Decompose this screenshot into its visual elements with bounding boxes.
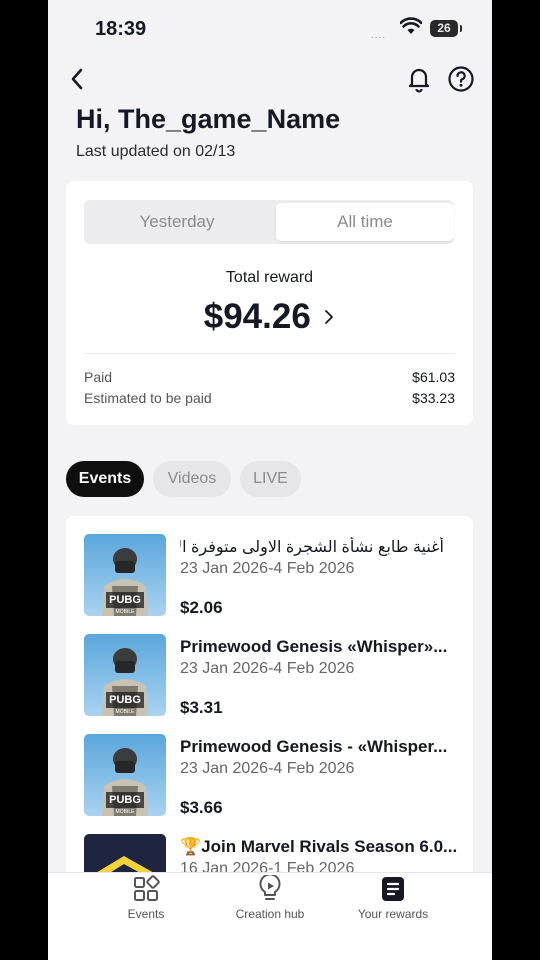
rewards-document-icon: [382, 877, 404, 901]
estimated-row: Estimated to be paid $33.23: [84, 390, 455, 406]
thumbnail-brand-text: PUBG: [109, 694, 141, 706]
events-list: PUBG MOBILE أغنية طابع نشأة الشجرة الاول…: [66, 516, 473, 896]
total-reward-card: Yesterday All time Total reward $94.26 P…: [66, 181, 473, 425]
paid-value: $61.03: [412, 369, 455, 385]
last-updated-text: Last updated on 02/13: [76, 143, 236, 160]
event-dates: 23 Jan 2026-4 Feb 2026: [180, 560, 355, 577]
event-title: Primewood Genesis «Whisper»...: [180, 637, 448, 656]
lightbulb-play-icon: [259, 875, 281, 900]
card-divider: [84, 353, 455, 354]
total-reward-link[interactable]: $94.26: [66, 297, 473, 337]
event-title: أغنية طابع نشأة الشجرة الاولى متوفرة الا…: [180, 539, 444, 556]
event-reward-amount: $3.31: [180, 698, 223, 717]
thumbnail-brand-subtext: MOBILE: [116, 609, 136, 615]
paid-label: Paid: [84, 369, 113, 385]
thumbnail-brand-subtext: MOBILE: [116, 809, 136, 815]
estimated-value: $33.23: [412, 390, 455, 406]
thumbnail-brand-text: PUBG: [109, 794, 141, 806]
tab-your-rewards-label: Your rewards: [357, 907, 429, 921]
bottom-tab-bar: Events Creation hub Your rewards: [48, 872, 492, 960]
paid-row: Paid $61.03: [84, 369, 455, 385]
battery-indicator: 26: [430, 20, 462, 37]
thumbnail-brand-subtext: MOBILE: [116, 709, 136, 715]
pill-videos[interactable]: Videos: [153, 461, 231, 497]
events-grid-icon: [134, 875, 160, 901]
back-arrow-icon[interactable]: [64, 64, 94, 94]
tab-all-time[interactable]: All time: [276, 203, 454, 241]
help-question-icon[interactable]: [446, 64, 476, 94]
total-reward-amount: $94.26: [203, 297, 311, 336]
tab-events-label: Events: [127, 907, 165, 921]
total-reward-label: Total reward: [225, 269, 314, 286]
cellular-signal-icon: ....: [371, 30, 387, 41]
thumbnail-brand-text: PUBG: [109, 594, 141, 606]
tab-yesterday[interactable]: Yesterday: [88, 203, 266, 241]
tab-creation-hub[interactable]: Creation hub: [210, 875, 330, 921]
status-time: 18:39: [95, 18, 147, 40]
event-title: 🏆Join Marvel Rivals Season 6.0...: [180, 837, 458, 856]
event-thumbnail: PUBG MOBILE: [84, 734, 166, 816]
list-item[interactable]: PUBG MOBILE Primewood Genesis «Whisper».…: [84, 634, 464, 718]
tab-creation-hub-label: Creation hub: [235, 907, 305, 921]
app-screen: 18:39 .... 26 Hi, The_game_Name Last upd…: [48, 0, 492, 960]
pill-live[interactable]: LIVE: [240, 461, 301, 497]
tab-events[interactable]: Events: [86, 875, 206, 921]
event-dates: 23 Jan 2026-4 Feb 2026: [180, 760, 355, 777]
event-thumbnail: PUBG MOBILE: [84, 634, 166, 716]
period-segmented-control: Yesterday All time: [84, 200, 454, 244]
event-reward-amount: $2.06: [180, 598, 223, 617]
tab-your-rewards[interactable]: Your rewards: [333, 875, 453, 921]
notification-bell-icon[interactable]: [404, 64, 434, 94]
page-title: Hi, The_game_Name: [76, 104, 341, 134]
event-thumbnail: PUBG MOBILE: [84, 534, 166, 616]
estimated-label: Estimated to be paid: [84, 390, 212, 406]
chevron-right-icon: [325, 310, 334, 324]
event-reward-amount: $3.66: [180, 798, 223, 817]
event-dates: 23 Jan 2026-4 Feb 2026: [180, 660, 355, 677]
list-item[interactable]: PUBG MOBILE أغنية طابع نشأة الشجرة الاول…: [84, 534, 464, 618]
list-item[interactable]: PUBG MOBILE Primewood Genesis - «Whisper…: [84, 734, 464, 818]
status-bar: 18:39 .... 26: [48, 0, 492, 58]
event-title: Primewood Genesis - «Whisper...: [180, 737, 448, 756]
pill-events[interactable]: Events: [66, 461, 144, 497]
wifi-icon: [400, 17, 422, 34]
